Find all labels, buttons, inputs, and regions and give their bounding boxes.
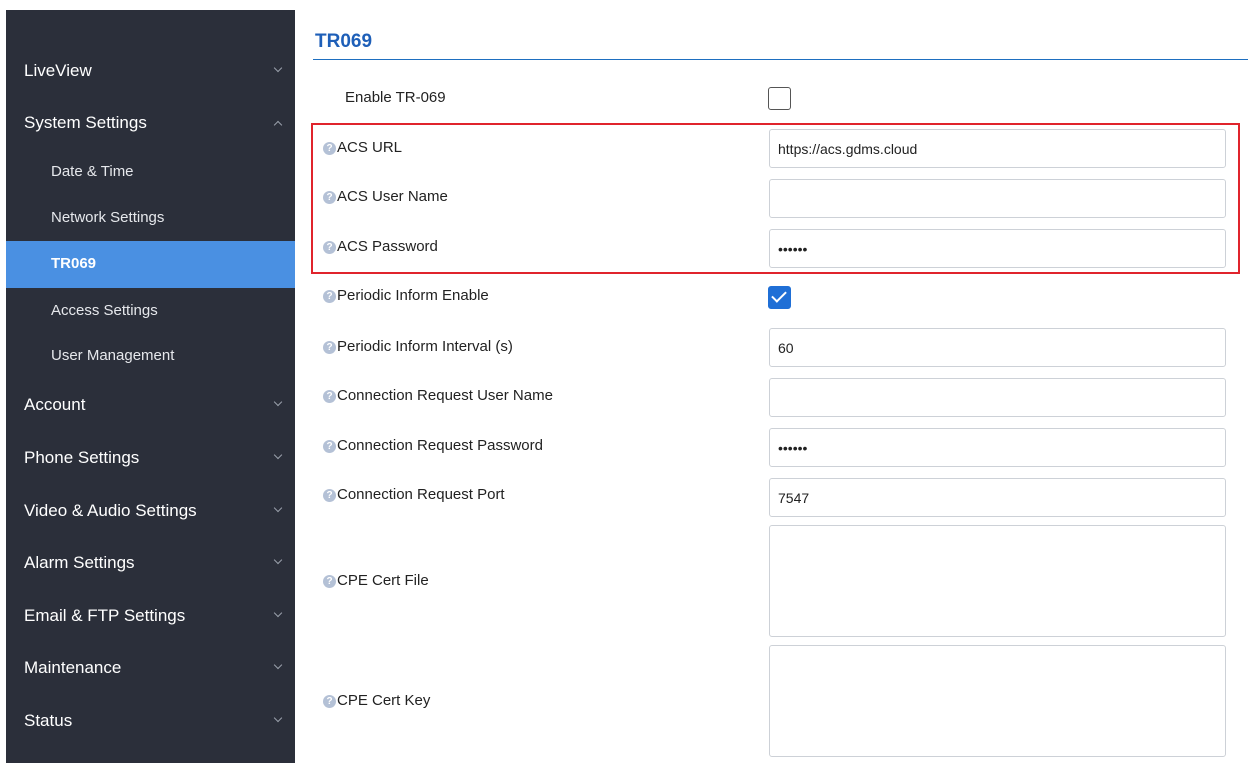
sidebar-item-label: Alarm Settings [24, 553, 135, 572]
sidebar-item-account[interactable]: Account [6, 390, 295, 420]
periodic-inform-interval-label-text: Periodic Inform Interval (s) [337, 338, 513, 355]
sidebar-subitem-user-management[interactable]: User Management [6, 333, 295, 380]
chevron-up-icon [273, 120, 283, 130]
sidebar-subitem-network-settings[interactable]: Network Settings [6, 195, 295, 242]
periodic-inform-interval-label: ? Periodic Inform Interval (s) [323, 338, 513, 355]
cpe-cert-file-textarea[interactable] [769, 525, 1226, 637]
chevron-down-icon [273, 503, 283, 513]
sidebar-subitem-label: Network Settings [51, 209, 165, 226]
periodic-inform-enable-label-text: Periodic Inform Enable [337, 287, 489, 304]
sidebar-item-label: LiveView [24, 61, 92, 80]
chevron-down-icon [273, 63, 283, 73]
chevron-down-icon [273, 555, 283, 565]
connection-request-port-input[interactable] [769, 478, 1226, 517]
cpe-cert-file-label: ? CPE Cert File [323, 572, 429, 589]
sidebar-item-label: Video & Audio Settings [24, 501, 197, 520]
sidebar-item-label: System Settings [24, 113, 147, 132]
chevron-down-icon [273, 608, 283, 618]
sidebar-item-label: Maintenance [24, 658, 122, 677]
periodic-inform-enable-label: ? Periodic Inform Enable [323, 287, 489, 304]
connection-request-user-name-label: ? Connection Request User Name [323, 387, 553, 404]
chevron-down-icon [273, 660, 283, 670]
sidebar-item-label: Phone Settings [24, 448, 140, 467]
connection-request-port-label: ? Connection Request Port [323, 486, 505, 503]
sidebar-item-video-audio-settings[interactable]: Video & Audio Settings [6, 496, 295, 526]
periodic-inform-interval-input[interactable] [769, 328, 1226, 367]
help-icon[interactable]: ? [323, 440, 336, 453]
connection-request-port-label-text: Connection Request Port [337, 486, 505, 503]
sidebar-subitem-label: User Management [51, 347, 175, 364]
connection-request-password-label: ? Connection Request Password [323, 437, 543, 454]
connection-request-user-name-label-text: Connection Request User Name [337, 387, 553, 404]
help-icon[interactable]: ? [323, 489, 336, 502]
sidebar-subitem-access-settings[interactable]: Access Settings [6, 288, 295, 335]
cpe-cert-file-label-text: CPE Cert File [337, 572, 429, 589]
sidebar-item-phone-settings[interactable]: Phone Settings [6, 443, 295, 473]
connection-request-user-name-input[interactable] [769, 378, 1226, 417]
title-divider [313, 59, 1248, 60]
highlight-box [311, 123, 1240, 274]
sidebar-item-label: Account [24, 395, 86, 414]
sidebar-item-system-settings[interactable]: System Settings [6, 108, 295, 138]
help-icon[interactable]: ? [323, 695, 336, 708]
cpe-cert-key-textarea[interactable] [769, 645, 1226, 757]
cpe-cert-key-label-text: CPE Cert Key [337, 692, 431, 709]
sidebar-item-label: Email & FTP Settings [24, 606, 186, 625]
sidebar-subitem-label: Access Settings [51, 302, 158, 319]
sidebar-subitem-label: TR069 [51, 255, 97, 272]
cpe-cert-key-label: ? CPE Cert Key [323, 692, 430, 709]
chevron-down-icon [273, 450, 283, 460]
sidebar-item-label: Status [24, 711, 73, 730]
sidebar-item-status[interactable]: Status [6, 706, 295, 736]
help-icon[interactable]: ? [323, 390, 336, 403]
enable-tr069-label: Enable TR-069 [345, 89, 446, 106]
periodic-inform-enable-checkbox[interactable] [768, 286, 791, 309]
sidebar-subitem-label: Date & Time [51, 163, 134, 180]
chevron-down-icon [273, 397, 283, 407]
sidebar-item-alarm-settings[interactable]: Alarm Settings [6, 548, 295, 578]
connection-request-password-input[interactable] [769, 428, 1226, 467]
connection-request-password-label-text: Connection Request Password [337, 437, 543, 454]
chevron-down-icon [273, 713, 283, 723]
help-icon[interactable]: ? [323, 290, 336, 303]
page-title: TR069 [315, 31, 373, 52]
sidebar-subitem-date-time[interactable]: Date & Time [6, 149, 295, 196]
help-icon[interactable]: ? [323, 341, 336, 354]
sidebar: LiveView System Settings Date & Time Net… [6, 10, 295, 763]
help-icon[interactable]: ? [323, 575, 336, 588]
sidebar-subitem-tr069[interactable]: TR069 [6, 241, 295, 288]
sidebar-item-maintenance[interactable]: Maintenance [6, 653, 295, 683]
sidebar-item-email-ftp-settings[interactable]: Email & FTP Settings [6, 601, 295, 631]
enable-tr069-checkbox[interactable] [768, 87, 791, 110]
sidebar-item-liveview[interactable]: LiveView [6, 56, 295, 86]
